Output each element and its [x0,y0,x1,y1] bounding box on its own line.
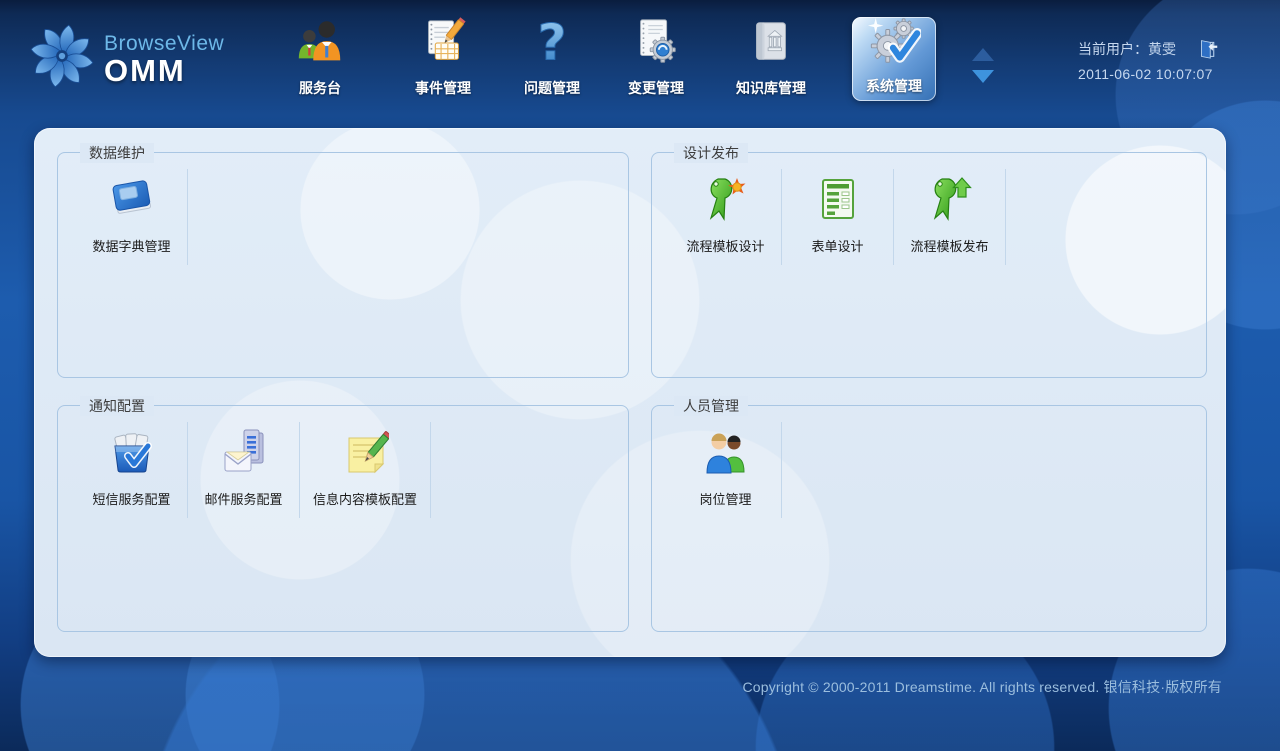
nav-item-system-management[interactable]: 系统管理 [852,17,936,101]
incident-notebook-pencil-icon [416,16,470,75]
current-user-text: 当前用户：黄雯 [1078,39,1176,59]
copyright-text: Copyright © 2000-2011 Dreamstime. All ri… [742,679,1222,695]
menu-item-sms-service-config[interactable]: 短信服务配置 [76,422,188,518]
pinwheel-logo-icon [28,22,96,95]
datetime-text: 2011-06-02 10:07:07 [1078,66,1219,82]
brand-logo[interactable]: BrowseView OMM [28,22,224,95]
nav-item-problem-management[interactable]: ? 问题管理 [524,20,580,98]
scroll-down-arrow-icon[interactable] [972,70,994,83]
menu-item-process-template-design[interactable]: 流程模板设计 [670,169,782,265]
scroll-up-arrow-icon[interactable] [972,48,994,61]
blue-book-icon [108,175,156,228]
menu-item-label: 流程模板设计 [686,236,764,255]
nav-item-label: 服务台 [299,78,341,98]
knowledge-book-icon [744,16,798,75]
user-info: 当前用户：黄雯 2011-06-02 10:07:07 [1078,38,1219,82]
green-ribbon-star-icon [702,175,750,228]
panel-title: 人员管理 [674,396,748,416]
mail-server-icon [220,428,268,481]
menu-item-message-template-config[interactable]: 信息内容模板配置 [300,422,431,518]
menu-item-label: 岗位管理 [699,489,751,508]
panel-notification-config: 通知配置 [57,405,629,632]
panel-design-publish: 设计发布 [651,152,1207,378]
page: BrowseView OMM 服务台 [0,0,1280,751]
panel-data-maintenance: 数据维护 [57,152,629,378]
nav-item-knowledge-base[interactable]: 知识库管理 [736,20,806,98]
blue-folder-check-icon [108,428,156,481]
menu-item-mail-service-config[interactable]: 邮件服务配置 [188,422,300,518]
panel-personnel-management: 人员管理 岗位管理 [651,405,1207,632]
note-pencil-icon [341,428,389,481]
menu-item-data-dictionary[interactable]: 数据字典管理 [76,169,188,265]
brand-product: OMM [104,56,224,86]
change-document-gear-icon [629,16,683,75]
menu-item-process-template-publish[interactable]: 流程模板发布 [894,169,1006,265]
nav-item-change-management[interactable]: 变更管理 [628,20,684,98]
service-desk-people-icon [293,16,347,75]
nav-item-label: 事件管理 [415,78,471,98]
people-pair-icon [702,428,750,481]
menu-item-label: 邮件服务配置 [204,489,282,508]
main-card: 数据维护 [34,128,1226,657]
system-gears-check-icon [867,16,921,75]
menu-item-form-design[interactable]: 表单设计 [782,169,894,265]
nav-item-incident-management[interactable]: 事件管理 [415,20,471,98]
nav-item-label: 变更管理 [628,78,684,98]
menu-item-position-management[interactable]: 岗位管理 [670,422,782,518]
green-ribbon-upload-icon [926,175,974,228]
brand-name: BrowseView [104,32,224,56]
nav-item-service-desk[interactable]: 服务台 [293,20,347,98]
menu-item-label: 表单设计 [811,236,863,255]
top-nav-bar: BrowseView OMM 服务台 [0,0,1280,118]
menu-item-label: 短信服务配置 [92,489,170,508]
green-form-icon [814,175,862,228]
panel-title: 数据维护 [80,143,154,163]
menu-item-label: 数据字典管理 [92,236,170,255]
logout-door-icon[interactable] [1198,38,1219,59]
nav-scroll-controls [972,48,996,83]
nav-item-label: 系统管理 [866,76,922,96]
question-mark-icon: ? [525,16,579,75]
panel-title: 设计发布 [674,143,748,163]
footer: Copyright © 2000-2011 Dreamstime. All ri… [742,677,1222,697]
menu-item-label: 信息内容模板配置 [313,489,417,508]
nav-item-label: 知识库管理 [736,78,806,98]
svg-text:?: ? [537,16,566,70]
menu-item-label: 流程模板发布 [910,236,988,255]
nav-item-label: 问题管理 [524,78,580,98]
panel-title: 通知配置 [80,396,154,416]
